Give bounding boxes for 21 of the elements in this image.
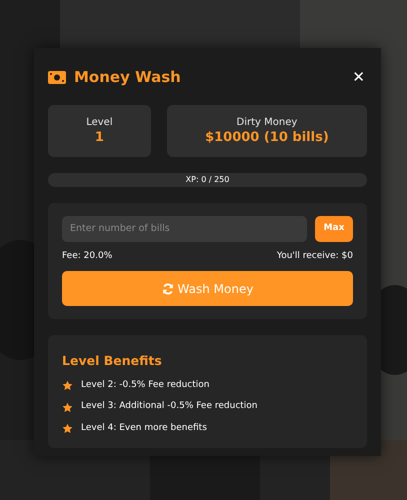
refresh-icon xyxy=(162,282,174,294)
stat-label: Level xyxy=(86,116,113,130)
close-button[interactable]: ✕ xyxy=(350,70,367,85)
receive-text: You'll receive: $0 xyxy=(276,250,353,262)
star-icon xyxy=(62,402,73,412)
xp-label: XP: 0 / 250 xyxy=(184,174,230,186)
benefit-text: Level 3: Additional -0.5% Fee reduction xyxy=(81,400,258,414)
stat-value: 1 xyxy=(94,130,104,146)
star-icon xyxy=(62,423,73,434)
money-icon xyxy=(48,70,66,84)
benefits-heading: Level Benefits xyxy=(62,352,163,370)
bills-input-field[interactable]: Enter number of bills xyxy=(62,216,307,242)
stat-value: $10000 (10 bills) xyxy=(205,130,329,146)
wash-money-button[interactable]: Wash Money xyxy=(62,271,353,306)
benefit-text: Level 2: -0.5% Fee reduction xyxy=(81,378,210,392)
star-icon xyxy=(62,380,73,391)
benefit-text: Level 4: Even more benefits xyxy=(81,422,207,435)
stat-label: Dirty Money xyxy=(236,116,298,130)
fee-text: Fee: 20.0% xyxy=(62,250,112,262)
max-button[interactable]: Max xyxy=(315,216,353,242)
window-title: Money Wash xyxy=(74,67,181,88)
